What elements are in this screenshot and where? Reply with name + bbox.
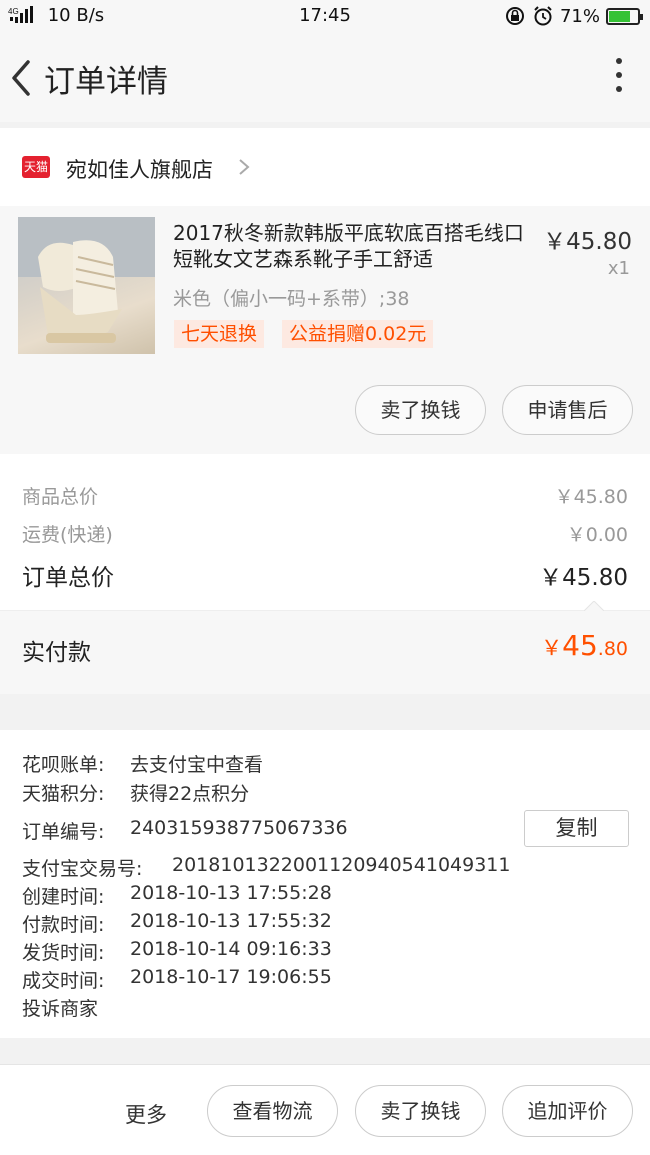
info-key: 支付宝交易号:: [22, 858, 143, 880]
product-quantity: x1: [607, 258, 630, 279]
huabei-row: 花呗账单: 去支付宝中查看: [22, 750, 263, 777]
info-key: 天猫积分:: [22, 783, 105, 805]
page-title: 订单详情: [44, 64, 168, 100]
info-key: 付款时间:: [22, 914, 105, 936]
info-key: 花呗账单:: [22, 754, 105, 776]
info-value: 2018-10-13 17:55:28: [130, 882, 332, 904]
alarm-icon: [534, 6, 552, 26]
battery-percent: 71%: [559, 5, 600, 27]
created-time-row: 创建时间: 2018-10-13 17:55:28: [22, 882, 332, 909]
shop-header[interactable]: 天猫 宛如佳人旗舰店: [0, 128, 650, 206]
copy-button[interactable]: 复制: [524, 810, 629, 847]
more-menu-icon[interactable]: [614, 58, 624, 94]
shipping-label: 运费(快递): [22, 524, 113, 546]
points-row: 天猫积分: 获得22点积分: [22, 779, 249, 806]
order-number: 240315938775067336: [130, 817, 348, 839]
view-logistics-button[interactable]: 查看物流: [207, 1085, 338, 1137]
product-spec: 米色（偏小一码+系带）;38: [173, 288, 410, 310]
shop-name[interactable]: 宛如佳人旗舰店: [66, 154, 213, 184]
back-arrow-icon[interactable]: [4, 56, 40, 100]
info-value: 2018-10-13 17:55:32: [130, 910, 332, 932]
completed-time-row: 成交时间: 2018-10-17 19:06:55: [22, 966, 332, 993]
paid-currency: ￥: [541, 636, 563, 660]
rotation-lock-icon: [505, 7, 524, 25]
paid-decimal: .80: [597, 638, 628, 660]
order-number-row: 订单编号: 240315938775067336: [22, 817, 348, 844]
info-key: 订单编号:: [22, 821, 105, 843]
caret-up-icon: [584, 601, 604, 611]
alipay-trade-row: 支付宝交易号: 2018101322001120940541049311: [22, 854, 510, 881]
goods-total-label: 商品总价: [22, 486, 99, 508]
sell-for-cash-bottom-button[interactable]: 卖了换钱: [355, 1085, 486, 1137]
paid-integer: 45: [562, 629, 598, 662]
info-value: 2018-10-14 09:16:33: [130, 938, 332, 960]
order-total-label: 订单总价: [22, 565, 114, 591]
battery-icon: [606, 7, 643, 25]
info-value: 2018-10-17 19:06:55: [130, 966, 332, 988]
add-review-button[interactable]: 追加评价: [502, 1085, 633, 1137]
order-total-value: ￥45.80: [539, 565, 628, 591]
goods-total-value: ￥45.80: [554, 486, 628, 508]
charity-tag: 公益捐赠0.02元: [282, 320, 434, 348]
status-right: 71%: [504, 5, 643, 27]
complaint-link[interactable]: 投诉商家: [22, 994, 98, 1021]
status-bar: 4G 10 B/s 17:45 71%: [0, 0, 650, 36]
paid-value: ￥45.80: [541, 629, 628, 662]
more-button[interactable]: 更多: [125, 1099, 167, 1129]
sell-for-cash-button[interactable]: 卖了换钱: [355, 385, 486, 435]
info-key: 发货时间:: [22, 942, 105, 964]
info-value: 获得22点积分: [130, 783, 250, 805]
tmall-icon: 天猫: [22, 156, 50, 178]
alipay-trade-number: 2018101322001120940541049311: [172, 854, 511, 876]
paid-amount-row: 实付款 ￥45.80: [0, 601, 650, 694]
price-summary: 商品总价 ￥45.80 运费(快递) ￥0.00 订单总价 ￥45.80 实付款…: [0, 454, 650, 694]
info-key: 创建时间:: [22, 886, 105, 908]
return-policy-tag: 七天退换: [174, 320, 265, 348]
paid-time-row: 付款时间: 2018-10-13 17:55:32: [22, 910, 332, 937]
huabei-link[interactable]: 去支付宝中查看: [130, 750, 263, 777]
shipping-value: ￥0.00: [566, 524, 628, 546]
shipped-time-row: 发货时间: 2018-10-14 09:16:33: [22, 938, 332, 965]
product-price: ￥45.80: [543, 229, 632, 255]
product-card[interactable]: 2017秋冬新款韩版平底软底百搭毛线口短靴女文艺森系靴子手工舒适 ￥45.80 …: [0, 206, 650, 454]
paid-label: 实付款: [22, 640, 91, 666]
order-info: 花呗账单: 去支付宝中查看 天猫积分: 获得22点积分 订单编号: 240315…: [0, 730, 650, 1038]
nav-bar: 订单详情: [0, 36, 650, 122]
after-sale-button[interactable]: 申请售后: [502, 385, 633, 435]
info-key: 成交时间:: [22, 970, 105, 992]
bottom-action-bar: 更多 查看物流 卖了换钱 追加评价: [0, 1064, 650, 1155]
product-title[interactable]: 2017秋冬新款韩版平底软底百搭毛线口短靴女文艺森系靴子手工舒适: [173, 220, 528, 272]
product-image[interactable]: [18, 217, 155, 354]
chevron-right-icon: [239, 159, 250, 175]
